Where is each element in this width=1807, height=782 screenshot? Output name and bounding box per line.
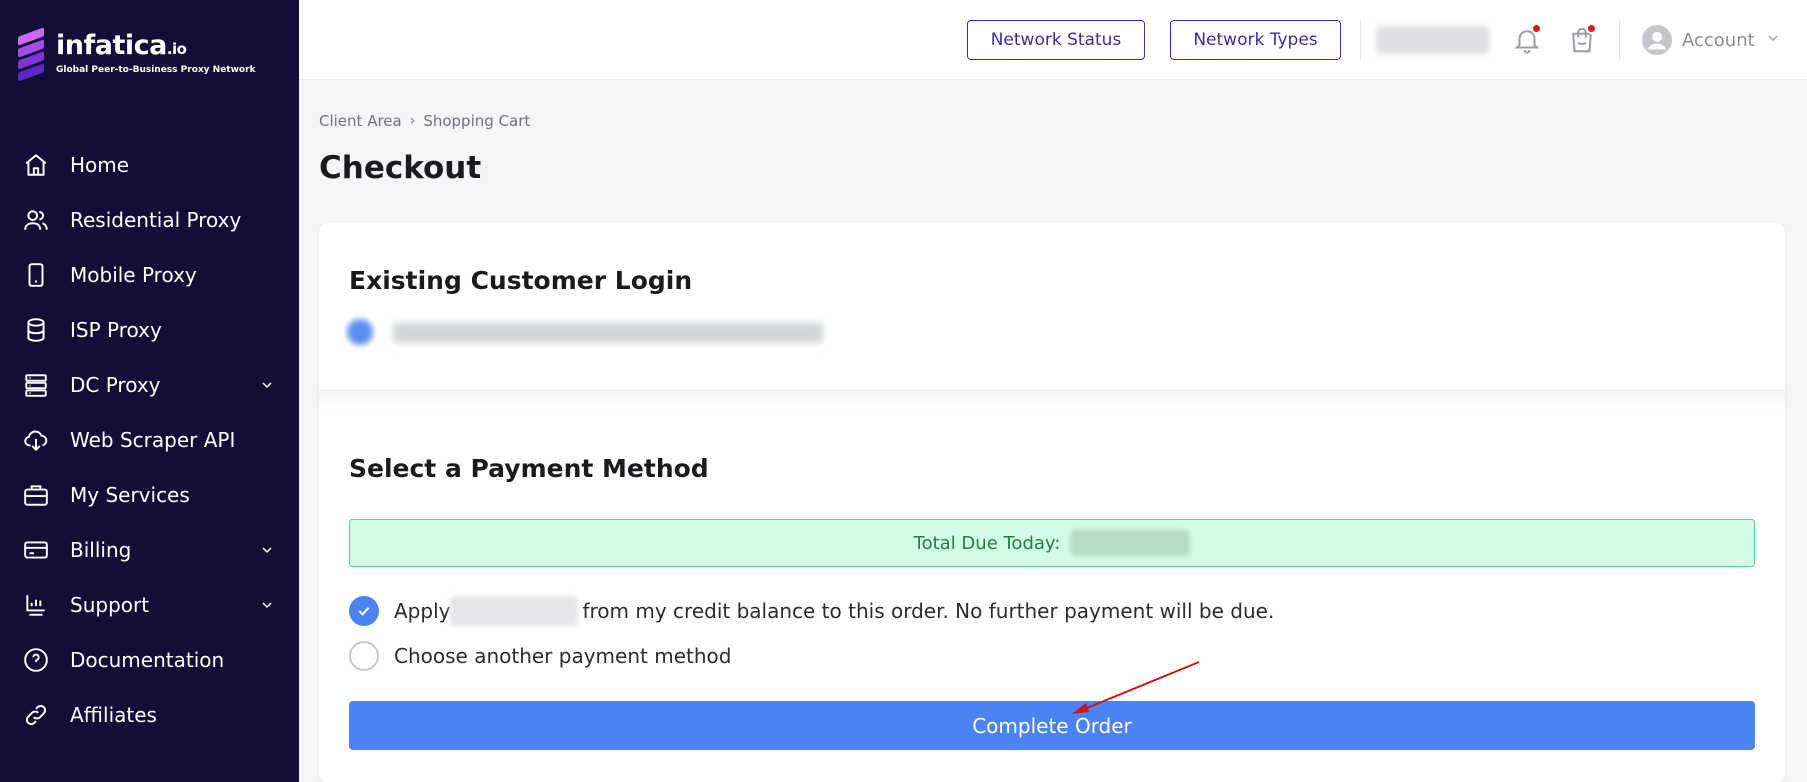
logo-mark-icon	[18, 27, 46, 82]
sidebar-item-my-services[interactable]: My Services	[0, 467, 299, 522]
chevron-down-icon	[259, 542, 275, 562]
account-label: Account	[1682, 29, 1755, 51]
credit-option-prefix: Apply	[394, 599, 451, 623]
home-icon	[22, 151, 50, 179]
sidebar-item-label: DC Proxy	[70, 372, 161, 397]
brand-suffix: .io	[166, 40, 187, 58]
chevron-down-icon	[259, 377, 275, 397]
sidebar-item-label: Billing	[70, 537, 132, 562]
chart-screen-icon	[22, 591, 50, 619]
login-section-title: Existing Customer Login	[349, 266, 693, 295]
network-status-button[interactable]: Network Status	[967, 20, 1145, 60]
chevron-down-icon	[1765, 30, 1781, 50]
chevron-down-icon	[259, 597, 275, 617]
topbar: Network Status Network Types Account	[299, 0, 1807, 80]
balance-redacted	[1376, 26, 1490, 54]
payment-option-other[interactable]: Choose another payment method	[349, 641, 731, 671]
brand-logo[interactable]: infatica.io Global Peer-to-Business Prox…	[18, 27, 256, 82]
sidebar-item-label: Support	[70, 592, 150, 617]
sidebar-item-billing[interactable]: Billing	[0, 522, 299, 577]
account-menu[interactable]: Account	[1642, 24, 1781, 56]
total-amount-redacted	[1070, 530, 1191, 556]
smartphone-icon	[22, 261, 50, 289]
sidebar-item-home[interactable]: Home	[0, 137, 299, 192]
divider	[1619, 20, 1620, 60]
brand-tagline: Global Peer-to-Business Proxy Network	[56, 65, 256, 75]
link-icon	[22, 701, 50, 729]
page-title: Checkout	[319, 150, 482, 186]
complete-order-button[interactable]: Complete Order	[349, 701, 1755, 750]
sidebar-nav: Home Residential Proxy Mobile Proxy ISP …	[0, 137, 299, 742]
sidebar-item-affiliates[interactable]: Affiliates	[0, 687, 299, 742]
sidebar-item-label: Residential Proxy	[70, 207, 242, 232]
notification-dot	[1531, 23, 1542, 34]
login-text-redacted	[393, 323, 823, 343]
credit-card-icon	[22, 536, 50, 564]
users-icon	[22, 206, 50, 234]
cloud-download-icon	[22, 426, 50, 454]
network-types-button[interactable]: Network Types	[1170, 20, 1341, 60]
other-option-label: Choose another payment method	[394, 644, 732, 668]
credit-amount-redacted	[450, 596, 579, 626]
sidebar-item-mobile-proxy[interactable]: Mobile Proxy	[0, 247, 299, 302]
database-icon	[22, 316, 50, 344]
sidebar-item-label: Web Scraper API	[70, 427, 236, 452]
sidebar-item-support[interactable]: Support	[0, 577, 299, 632]
login-option-redacted	[347, 319, 373, 345]
cart-dot	[1586, 23, 1597, 34]
sidebar-item-label: My Services	[70, 482, 190, 507]
help-circle-icon	[22, 646, 50, 674]
breadcrumb-client-area[interactable]: Client Area	[319, 112, 402, 130]
credit-option-suffix: from my credit balance to this order. No…	[582, 599, 1275, 623]
payment-section-title: Select a Payment Method	[349, 454, 709, 483]
brand-name: infatica	[56, 30, 167, 61]
breadcrumb: Client Area › Shopping Cart	[319, 112, 530, 130]
sidebar-item-web-scraper-api[interactable]: Web Scraper API	[0, 412, 299, 467]
sidebar-item-label: ISP Proxy	[70, 317, 162, 342]
avatar-icon	[1642, 25, 1672, 55]
radio-unchecked-icon[interactable]	[349, 641, 379, 671]
sidebar-item-residential-proxy[interactable]: Residential Proxy	[0, 192, 299, 247]
sidebar-item-documentation[interactable]: Documentation	[0, 632, 299, 687]
section-divider	[319, 389, 1785, 411]
sidebar: infatica.io Global Peer-to-Business Prox…	[0, 0, 299, 782]
divider	[1360, 20, 1361, 60]
sidebar-item-label: Affiliates	[70, 702, 157, 727]
sidebar-item-label: Home	[70, 152, 130, 177]
server-icon	[22, 371, 50, 399]
shopping-bag-icon[interactable]	[1564, 22, 1600, 58]
payment-option-credit[interactable]: Apply from my credit balance to this ord…	[349, 596, 1274, 626]
total-due-box: Total Due Today:	[349, 519, 1755, 567]
total-due-label: Total Due Today:	[913, 532, 1061, 554]
chevron-right-icon: ›	[409, 113, 416, 129]
radio-checked-icon[interactable]	[349, 596, 379, 626]
sidebar-item-dc-proxy[interactable]: DC Proxy	[0, 357, 299, 412]
sidebar-item-isp-proxy[interactable]: ISP Proxy	[0, 302, 299, 357]
breadcrumb-shopping-cart: Shopping Cart	[423, 112, 531, 130]
sidebar-item-label: Documentation	[70, 647, 225, 672]
briefcase-icon	[22, 481, 50, 509]
bell-icon[interactable]	[1509, 22, 1545, 58]
checkout-card: Existing Customer Login Select a Payment…	[319, 223, 1785, 782]
sidebar-item-label: Mobile Proxy	[70, 262, 197, 287]
